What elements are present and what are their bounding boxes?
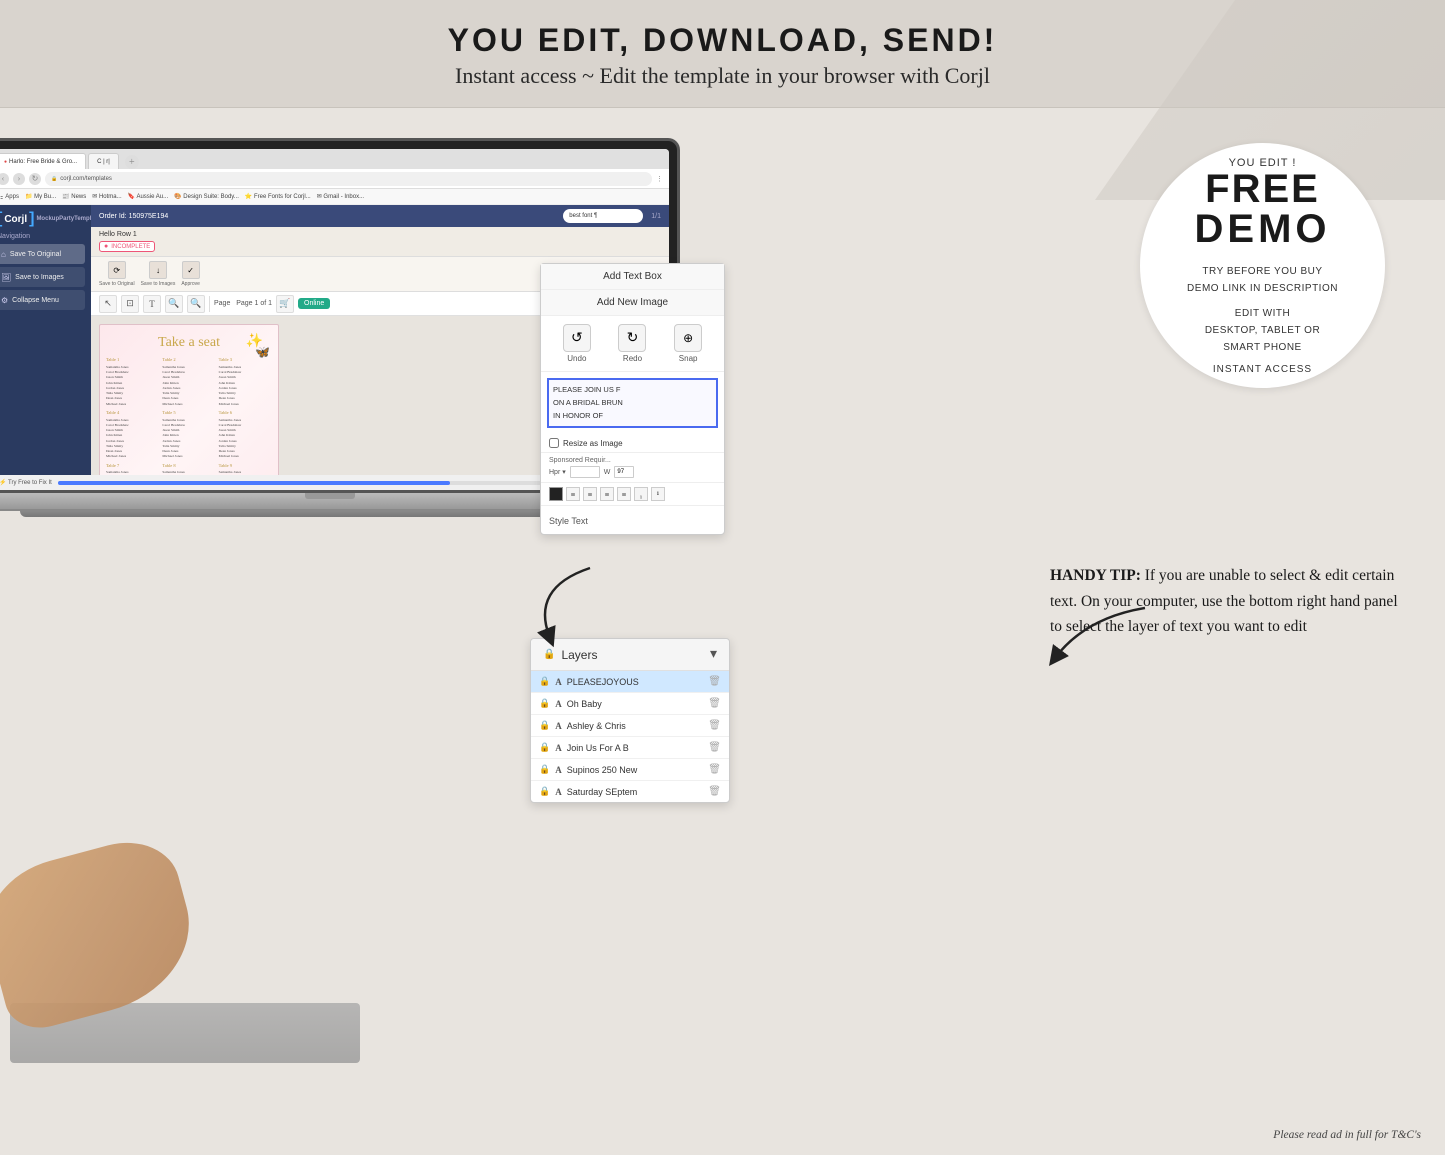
mini-table-7: Table 7 Samantha JonesCarol BradshawJaso…	[106, 463, 159, 476]
browser-tab-bar: ● Harlo: Free Bride & Gro... C | r| +	[0, 149, 669, 169]
bookmark-item-free[interactable]: ⭐ Free Fonts for Corjl...	[245, 193, 311, 200]
tool-zoom-in[interactable]: 🔍	[165, 295, 183, 313]
forward-button[interactable]: ›	[13, 173, 25, 185]
action-item-1[interactable]: ⟳ Save to Original	[99, 261, 135, 287]
doc-title: Take a seat ✨ 🦋	[100, 325, 278, 353]
layers-chevron: ▾	[710, 646, 717, 663]
demo-free: FREE	[1205, 169, 1320, 209]
tables-grid: Table 1 Samantha JonesCarol BradshawJaso…	[100, 353, 278, 475]
style-text-section: Style Text	[541, 506, 724, 534]
layer-item-join-us[interactable]: 🔒 A Join Us For A B 🗑	[531, 737, 729, 759]
corjl-panel: Add Text Box Add New Image ↺ Undo ↻ Redo…	[540, 263, 725, 535]
layer-item-ashley-chris[interactable]: 🔒 A Ashley & Chris 🗑	[531, 715, 729, 737]
add-new-image-button[interactable]: Add New Image	[541, 290, 724, 316]
keyboard-hand-area	[0, 843, 370, 1063]
app-sidebar: [ Corjl ] MockupPartyTemplates Navigatio…	[0, 205, 91, 475]
tool-select[interactable]: ↖	[99, 295, 117, 313]
align-justify[interactable]: ≡	[617, 487, 631, 501]
tool-crop[interactable]: ⊡	[121, 295, 139, 313]
order-row: Hello Row 1	[99, 231, 137, 238]
new-tab-button[interactable]: +	[125, 155, 139, 169]
subscript[interactable]: ₁	[634, 487, 648, 501]
bookmark-item-news[interactable]: 📰 News	[62, 193, 86, 200]
snap-tool[interactable]: ⊕ Snap	[674, 324, 702, 363]
action-item-2[interactable]: ↓ Save to Images	[141, 261, 176, 287]
main-content: ● Harlo: Free Bride & Gro... C | r| + ‹ …	[0, 108, 1445, 1143]
mini-table-3: Table 3 Samantha JonesCarol BradshawJaso…	[219, 357, 272, 407]
handy-tip-label: HANDY TIP:	[1050, 567, 1141, 584]
demo-instant: INSTANT ACCESS	[1213, 364, 1312, 375]
mini-table-5: Table 5 Samantha JonesCarol BradshawJaso…	[162, 410, 215, 460]
handy-tip-text: HANDY TIP: If you are unable to select &…	[1050, 563, 1405, 640]
layer-item-oh-baby[interactable]: 🔒 A Oh Baby 🗑	[531, 693, 729, 715]
url-bar: ‹ › ↻ 🔒 corjl.com/templates ⋮	[0, 169, 669, 189]
font-count: 1/1	[651, 213, 661, 220]
corjl-brand: [ Corjl ] MockupPartyTemplates	[0, 211, 85, 227]
mini-table-2: Table 2 Samantha JonesCarol BradshawJaso…	[162, 357, 215, 407]
browser-tab-active[interactable]: ● Harlo: Free Bride & Gro...	[0, 153, 86, 169]
browser-menu[interactable]: ⋮	[656, 175, 663, 183]
alignment-row: ≡ ≡ ≡ ≡ ₁ ¹	[541, 483, 724, 506]
best-font-input[interactable]: best font ¶	[563, 209, 643, 223]
layers-header[interactable]: 🔒 Layers ▾	[531, 639, 729, 671]
text-preview-box[interactable]: PLEASE JOIN US F ON A BRIDAL BRUN IN HON…	[547, 378, 718, 428]
nav-item-images[interactable]: 🖼 Save to Images	[0, 267, 85, 287]
bookmark-item-apps[interactable]: ⚏ Apps	[0, 193, 19, 201]
status-badge: ● INCOMPLETE	[99, 241, 155, 252]
redo-tool[interactable]: ↻ Redo	[618, 324, 646, 363]
sponsor-required: Sponsored Requir... Hpr ▾ W 97	[541, 453, 724, 483]
layers-title: Layers	[561, 648, 597, 662]
browser-tab-2[interactable]: C | r|	[88, 153, 119, 169]
page-indicator: Page Page 1 of 1	[214, 300, 272, 307]
bookmark-item-gmail[interactable]: ✉ Gmail - Inbox...	[317, 193, 364, 200]
mini-table-8: Table 8 Samantha JonesCarol BradshawJaso…	[162, 463, 215, 476]
bookmark-item-hotma[interactable]: ✉ Hotma...	[92, 193, 121, 200]
tool-cart[interactable]: 🛒	[276, 295, 294, 313]
layer-item-supinos[interactable]: 🔒 A Supinos 250 New 🗑	[531, 759, 729, 781]
online-badge: Online	[298, 298, 330, 309]
bookmark-item-aussie[interactable]: 🔖 Aussie Au...	[128, 193, 169, 200]
loading-label: ⚡ Try Free to Fix It	[0, 479, 52, 486]
bottom-disclaimer: Please read ad in full for T&C's	[1273, 1129, 1421, 1141]
mini-table-4: Table 4 Samantha JonesCarol BradshawJaso…	[106, 410, 159, 460]
tool-zoom-out[interactable]: 🔍	[187, 295, 205, 313]
handy-tip-container: HANDY TIP: If you are unable to select &…	[1050, 563, 1405, 640]
resize-as-image[interactable]: Resize as Image	[541, 434, 724, 453]
url-input[interactable]: 🔒 corjl.com/templates	[45, 172, 652, 186]
mini-table-6: Table 6 Samantha JonesCarol BradshawJaso…	[219, 410, 272, 460]
seating-document: Take a seat ✨ 🦋 Table 1 Samantha JonesCa…	[99, 324, 279, 475]
bookmark-item-mybu[interactable]: 📁 My Bu...	[25, 193, 56, 200]
nav-item-settings[interactable]: ⚙ Collapse Menu	[0, 290, 85, 310]
bookmark-bar: ⚏ Apps 📁 My Bu... 📰 News ✉ Hotma... 🔖 Au…	[0, 189, 669, 205]
tool-text[interactable]: T	[143, 295, 161, 313]
layers-list: 🔒 A PLEASEJOYOUS 🗑 🔒 A Oh Baby 🗑 🔒 A As	[531, 671, 729, 802]
align-left[interactable]: ≡	[566, 487, 580, 501]
demo-demo: DEMO	[1195, 209, 1331, 249]
bookmark-item-design[interactable]: 🎨 Design Suite: Body...	[174, 193, 239, 200]
layers-panel-container: 🔒 Layers ▾ 🔒 A PLEASEJOYOUS 🗑 🔒 A	[530, 638, 730, 803]
refresh-button[interactable]: ↻	[29, 173, 41, 185]
free-demo-circle: YOU EDIT ! FREE DEMO TRY BEFORE YOU BUY …	[1140, 143, 1385, 388]
layer-item-saturday[interactable]: 🔒 A Saturday SEptem 🗑	[531, 781, 729, 802]
add-text-box-button[interactable]: Add Text Box	[541, 264, 724, 290]
nav-item-home[interactable]: ⌂ Save To Original	[0, 244, 85, 264]
align-center[interactable]: ≡	[583, 487, 597, 501]
back-button[interactable]: ‹	[0, 173, 9, 185]
order-id-label: Order Id: 150975E194	[99, 213, 168, 220]
resize-checkbox[interactable]	[549, 438, 559, 448]
undo-redo-toolbar: ↺ Undo ↻ Redo ⊕ Snap	[541, 316, 724, 372]
align-right[interactable]: ≡	[600, 487, 614, 501]
action-item-3[interactable]: ✓ Approve	[181, 261, 200, 287]
demo-edit-info: EDIT WITH DESKTOP, TABLET OR SMART PHONE	[1205, 305, 1320, 356]
undo-tool[interactable]: ↺ Undo	[563, 324, 591, 363]
app-topbar: Order Id: 150975E194 best font ¶ 1/1	[91, 205, 669, 227]
mini-table-9: Table 9 Samantha JonesCarol BradshawJaso…	[219, 463, 272, 476]
layer-item-active[interactable]: 🔒 A PLEASEJOYOUS 🗑	[531, 671, 729, 693]
order-info: Hello Row 1 ● INCOMPLETE	[91, 227, 669, 257]
superscript[interactable]: ¹	[651, 487, 665, 501]
color-swatch[interactable]	[549, 487, 563, 501]
mini-table-1: Table 1 Samantha JonesCarol BradshawJaso…	[106, 357, 159, 407]
demo-info: TRY BEFORE YOU BUY DEMO LINK IN DESCRIPT…	[1187, 263, 1338, 297]
